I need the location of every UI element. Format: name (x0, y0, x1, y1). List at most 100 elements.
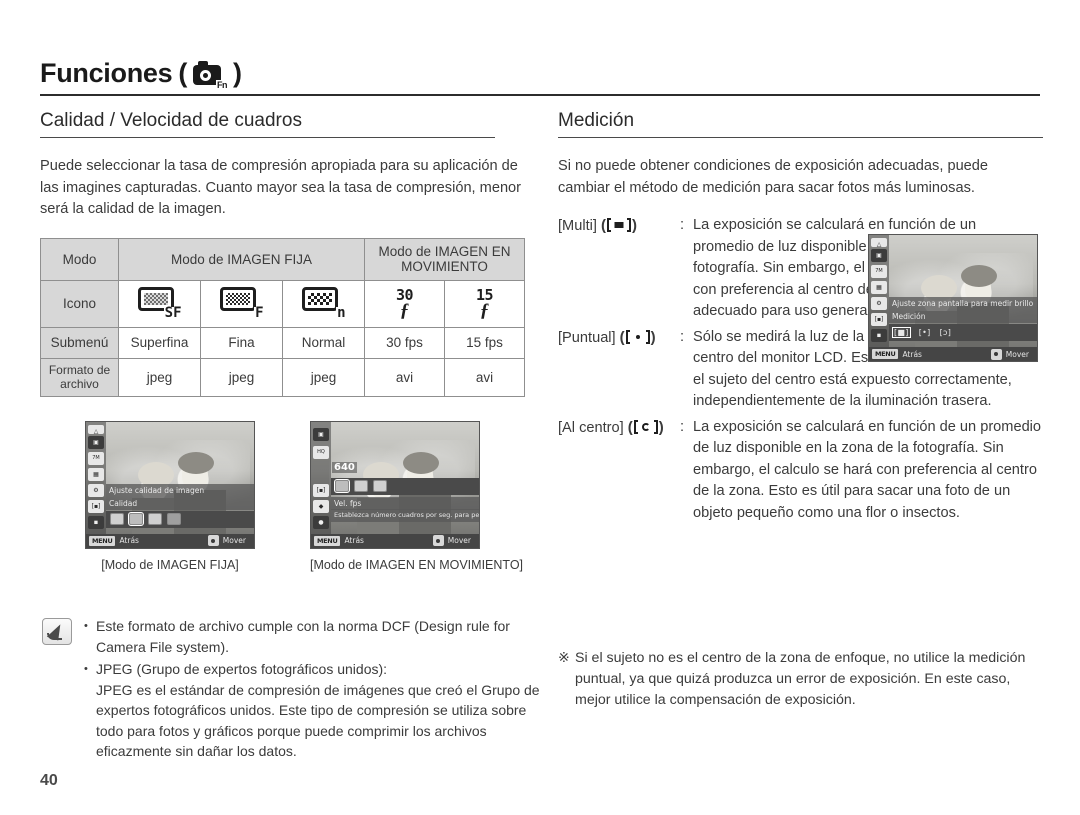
lcd-bottom-bar: MENU Atrás Mover (869, 347, 1037, 361)
row-label-formato: Formato de archivo (40, 357, 119, 397)
left-section-title: Calidad / Velocidad de cuadros (40, 110, 495, 138)
header-rule (40, 94, 1040, 96)
footnote-block: ※ Si el sujeto no es el centro de la zon… (558, 648, 1028, 711)
lcd-icon-resolution: HQ (313, 445, 329, 459)
lcd-bottom-bar: MENU Atrás Mover (311, 533, 479, 548)
camera-fn-icon: Fn (193, 60, 229, 90)
lcd-fps-option[interactable] (373, 480, 387, 492)
left-column: Calidad / Velocidad de cuadros Puede sel… (40, 110, 535, 572)
lcd-back-label: Atrás (902, 349, 922, 359)
lcd-metering-option-multi[interactable]: [■] (892, 327, 911, 338)
table-row: Icono SF F n 30 ƒ 15 ƒ (40, 279, 525, 328)
lcd-still-caption: [Modo de IMAGEN FIJA] (101, 557, 239, 572)
lcd-fps-option-strip[interactable] (331, 477, 479, 495)
lcd-metering-tip-line1: Ajuste zona pantalla para medir brillo (889, 297, 1037, 310)
lcd-icon-effect: ◆ (313, 499, 329, 513)
lcd-metering-option-strip[interactable]: [■] [•] [ɔ] (889, 324, 1037, 341)
group-header-movie: Modo de IMAGEN EN MOVIMIENTO (364, 237, 525, 281)
metering-spot-colon: : (680, 328, 685, 345)
camera-fn-icon-label: Fn (216, 79, 229, 90)
note-item: Este formato de archivo cumple con la no… (82, 616, 542, 657)
lcd-menu-key[interactable]: MENU (89, 535, 116, 546)
lcd-metering-option-spot[interactable]: [•] (919, 328, 931, 337)
fps-icon-15: 15 ƒ (444, 279, 525, 328)
lcd-still-figure: △ ▣ 7M ▦ ⚙ [▪] ◾ Ajuste calidad de image… (85, 420, 255, 572)
metering-center-key: [Al centro] ( ) (558, 418, 664, 436)
lcd-icon-settings: ⚙ (88, 483, 104, 497)
lcd-dpad-icon[interactable] (432, 535, 444, 546)
lcd-icon-mode: △ (871, 238, 887, 247)
footnote-marker: ※ (558, 650, 570, 666)
lcd-fps-option[interactable] (354, 480, 368, 492)
lcd-icon-voice: ● (313, 515, 329, 529)
page-title: Funciones ( Fn ) (40, 58, 1040, 93)
format-cell: avi (364, 357, 445, 397)
lcd-icon-mode: △ (88, 424, 104, 434)
row-label-icono: Icono (40, 279, 119, 328)
right-section-title: Medición (558, 110, 1043, 138)
lcd-quality-option[interactable] (167, 513, 181, 525)
metering-center-text: La exposición se calculará en función de… (693, 418, 1042, 521)
lcd-quality-option[interactable] (148, 513, 162, 525)
notes-block: Este formato de archivo cumple con la no… (42, 616, 542, 762)
table-row: Formato de archivo jpeg jpeg jpeg avi av… (40, 357, 525, 397)
row-label-modo: Modo (40, 237, 119, 281)
lcd-quality-option-strip[interactable] (106, 510, 254, 528)
lcd-quality-option[interactable] (110, 513, 124, 525)
submenu-cell: 15 fps (444, 326, 525, 359)
quality-icon-superfine-label: SF (163, 305, 183, 321)
lcd-dpad-icon[interactable] (207, 535, 219, 546)
quality-framerate-table: Modo Modo de IMAGEN FIJA Modo de IMAGEN … (40, 237, 525, 397)
page-title-text: Funciones (40, 58, 173, 88)
note-item: JPEG (Grupo de expertos fotográficos uni… (82, 659, 542, 680)
format-cell: jpeg (200, 357, 283, 397)
lcd-tip-line2: Establezca número cuadros por seg. para … (331, 508, 479, 522)
lcd-menu-key[interactable]: MENU (872, 349, 899, 359)
submenu-cell: Superfina (118, 326, 201, 359)
lcd-icon-drive: ◾ (871, 329, 887, 342)
lcd-quality-option-selected[interactable] (128, 512, 144, 526)
lcd-still-screen: △ ▣ 7M ▦ ⚙ [▪] ◾ Ajuste calidad de image… (85, 420, 255, 549)
lcd-fps-option-selected[interactable] (334, 479, 350, 493)
quality-icon-fine: F (200, 279, 283, 328)
lcd-icon-settings: ⚙ (871, 297, 887, 310)
lcd-icon-metering: [▪] (88, 499, 104, 513)
lcd-move-label: Mover (1005, 349, 1029, 359)
lcd-icon-resolution: 7M (871, 265, 887, 278)
film-mark-icon: ƒ (479, 300, 490, 321)
fps-icon-30: 30 ƒ (364, 279, 445, 328)
quality-icon-normal-label: n (336, 305, 347, 321)
table-row: Submenú Superfina Fina Normal 30 fps 15 … (40, 326, 525, 359)
lcd-movie-caption: [Modo de IMAGEN EN MOVIMIENTO] (310, 557, 524, 572)
lcd-metering-screen: △ ▣ 7M ▦ ⚙ [▪] ◾ Ajuste zona pantalla pa… (868, 234, 1038, 362)
footnote-text: Si el sujeto no es el centro de la zona … (575, 650, 1026, 708)
paren-open: ( (178, 58, 188, 88)
lcd-metering-option-center[interactable]: [ɔ] (940, 328, 952, 337)
lcd-move-label: Mover (447, 536, 471, 545)
metering-center-label: [Al centro] (558, 419, 624, 436)
metering-multi-label: [Multi] (558, 218, 597, 234)
metering-multi-colon: : (680, 217, 685, 233)
lcd-tip-line2: Calidad (106, 496, 254, 510)
paren-close: ) (233, 58, 242, 88)
lcd-icon-resolution: 7M (88, 451, 104, 465)
note-pen-icon (42, 618, 72, 645)
lcd-back-label: Atrás (119, 536, 139, 545)
right-intro-paragraph: Si no puede obtener condiciones de expos… (558, 158, 989, 196)
lcd-move-label: Mover (222, 536, 246, 545)
metering-multi-icon (606, 218, 632, 232)
lcd-icon-metering: [▪] (313, 483, 329, 497)
metering-center-colon: : (680, 418, 685, 435)
lcd-metering-tip-line2: Medición (889, 310, 1037, 323)
film-mark-icon: ƒ (399, 300, 410, 321)
metering-spot-label: [Puntual] (558, 329, 616, 346)
lcd-icon-movie-mode: ▣ (313, 427, 329, 441)
lcd-metering-figure: △ ▣ 7M ▦ ⚙ [▪] ◾ Ajuste zona pantalla pa… (868, 234, 1038, 362)
metering-multi-key: [Multi] ( ) (558, 217, 637, 234)
lcd-dpad-icon[interactable] (990, 348, 1002, 360)
lcd-menu-key[interactable]: MENU (314, 535, 341, 546)
quality-icon-superfine: SF (118, 279, 201, 328)
note-list: Este formato de archivo cumple con la no… (82, 616, 542, 762)
format-cell: jpeg (282, 357, 365, 397)
page-number: 40 (40, 772, 58, 789)
